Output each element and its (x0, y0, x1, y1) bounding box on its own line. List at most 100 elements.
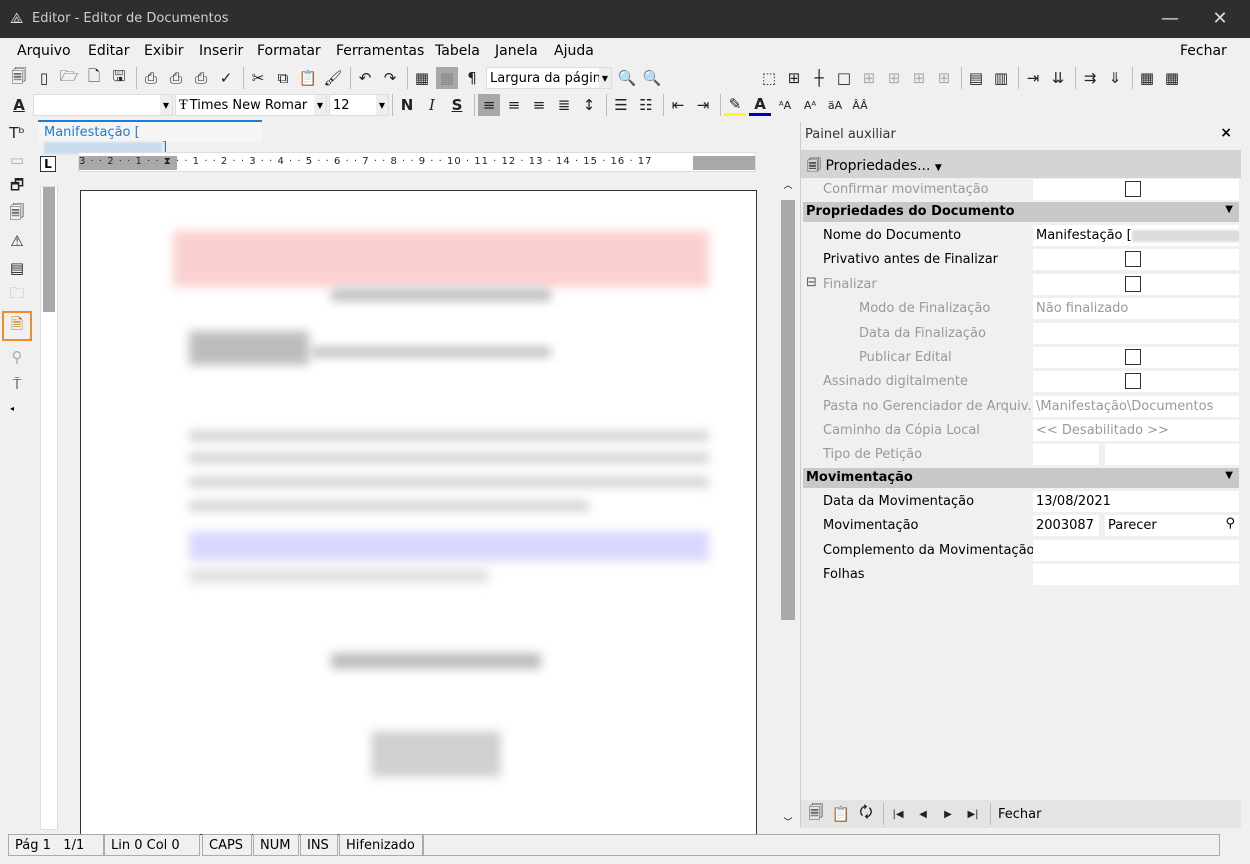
special-chars-icon[interactable]: ÂÂ (849, 94, 871, 116)
highlight-icon[interactable]: ✎ (724, 94, 746, 116)
menu-tabela[interactable]: Tabela (435, 43, 480, 59)
table-autoformat-icon[interactable]: ▦ (1161, 67, 1183, 89)
save-icon[interactable]: 🖫 (108, 67, 130, 89)
document-page[interactable] (80, 190, 757, 835)
section-propriedades-documento[interactable]: Propriedades do Documento ▼ (803, 202, 1239, 222)
print-setup-icon[interactable]: ⎙ (165, 67, 187, 89)
copy-props-icon[interactable]: 🗐 (805, 803, 827, 825)
style-icon[interactable]: A (8, 94, 30, 116)
scrollbar-thumb[interactable] (781, 200, 795, 620)
data-movimentacao-field[interactable]: 13/08/2021 (1033, 491, 1239, 512)
align-center-icon[interactable]: ≡ (503, 94, 525, 116)
publicar-edital-checkbox[interactable] (1125, 349, 1141, 365)
movimentacao-name-field[interactable]: Parecer ⚲ (1105, 515, 1239, 536)
menu-fechar[interactable]: Fechar (1180, 43, 1227, 59)
confirmar-checkbox[interactable] (1125, 181, 1141, 197)
menu-inserir[interactable]: Inserir (199, 43, 243, 59)
collapse-icon[interactable]: ▼ (1225, 204, 1233, 215)
paste-props-icon[interactable]: 📋 (830, 803, 852, 825)
attachments-icon[interactable]: 🗐 (6, 203, 28, 225)
menu-formatar[interactable]: Formatar (257, 43, 321, 59)
privativo-checkbox[interactable] (1125, 251, 1141, 267)
merge-cols-icon[interactable]: ▥ (990, 67, 1012, 89)
border-left-icon[interactable]: ⊞ (858, 67, 880, 89)
finalizar-checkbox[interactable] (1125, 276, 1141, 292)
border-outside-icon[interactable]: □ (833, 67, 855, 89)
open-recent-icon[interactable]: 🗋 (83, 67, 105, 89)
warning-icon[interactable]: ⚠ (6, 230, 28, 252)
menu-janela[interactable]: Janela (495, 43, 538, 59)
menu-ajuda[interactable]: Ajuda (554, 43, 594, 59)
border-all-icon[interactable]: ⊞ (783, 67, 805, 89)
first-icon[interactable]: |◀ (887, 803, 909, 825)
font-color-icon[interactable]: A (749, 94, 771, 116)
border-none-icon[interactable]: ⬚ (758, 67, 780, 89)
shrink-font-icon[interactable]: Aᴬ (799, 94, 821, 116)
format-painter-icon[interactable]: 🖌 (322, 67, 344, 89)
delete-column-icon[interactable]: ⇉ (1079, 67, 1101, 89)
properties-document-icon[interactable]: 🗎 (2, 311, 32, 341)
refresh-props-icon[interactable]: 🗘 (855, 803, 877, 825)
documents-icon[interactable]: 🗗 (6, 176, 28, 198)
last-icon[interactable]: ▶| (962, 803, 984, 825)
increase-indent-icon[interactable]: ⇥ (692, 94, 714, 116)
prev-icon[interactable]: ◀ (912, 803, 934, 825)
spellcheck-icon[interactable]: ✓ (215, 67, 237, 89)
next-icon[interactable]: ▶ (937, 803, 959, 825)
border-bottom-icon[interactable]: ⊞ (933, 67, 955, 89)
collapse-finalizar-icon[interactable]: ⊟ (806, 275, 817, 290)
style-select[interactable]: ▼ (33, 94, 173, 116)
table-grid-icon[interactable]: ▦ (436, 67, 458, 89)
format-brush-icon[interactable]: ⍑ (6, 373, 28, 395)
bold-button[interactable]: N (396, 94, 418, 116)
strikethrough-button[interactable]: S (446, 94, 468, 116)
menu-editar[interactable]: Editar (88, 43, 129, 59)
numbering-icon[interactable]: ☷ (635, 94, 657, 116)
tab-stop-selector[interactable]: L (40, 156, 56, 172)
cut-icon[interactable]: ✂ (247, 67, 269, 89)
print-preview-icon[interactable]: ⎙ (190, 67, 212, 89)
bullets-icon[interactable]: ☰ (610, 94, 632, 116)
search-icon[interactable]: ⚲ (1225, 516, 1235, 531)
paste-icon[interactable]: 📋 (297, 67, 319, 89)
grow-font-icon[interactable]: ᴬA (774, 94, 796, 116)
minimize-button[interactable]: — (1150, 6, 1190, 32)
align-left-icon[interactable]: ≡ (478, 94, 500, 116)
properties-dropdown-button[interactable]: 🗐 Propriedades... ▼ (801, 150, 1241, 178)
pilcrow-icon[interactable]: ¶ (461, 67, 483, 89)
font-select[interactable]: Ŧ Times New Romar ▼ (175, 94, 327, 116)
font-size-select[interactable]: 12 ▼ (329, 94, 389, 116)
horizontal-ruler[interactable]: 3 · · 2 · · 1 · · ⧗ · · 1 · · 2 · · 3 · … (78, 152, 756, 172)
section-movimentacao[interactable]: Movimentação ▼ (803, 468, 1239, 488)
undo-icon[interactable]: ↶ (354, 67, 376, 89)
print-icon[interactable]: ⎙ (140, 67, 162, 89)
complemento-field[interactable] (1033, 540, 1239, 561)
zoom-in-icon[interactable]: 🔍 (641, 67, 663, 89)
folhas-field[interactable] (1033, 564, 1239, 585)
text-tool-icon[interactable]: Tᵇ (6, 122, 28, 144)
zoom-out-icon[interactable]: 🔍 (616, 67, 638, 89)
list-icon[interactable]: ▤ (6, 257, 28, 279)
insert-row-icon[interactable]: ⇊ (1047, 67, 1069, 89)
border-top-icon[interactable]: ⊞ (908, 67, 930, 89)
justify-icon[interactable]: ≣ (553, 94, 575, 116)
more-arrow-icon[interactable]: ◂ (10, 404, 14, 413)
signature-icon[interactable]: ⚲ (6, 346, 28, 368)
decrease-indent-icon[interactable]: ⇤ (667, 94, 689, 116)
collapse-icon[interactable]: ▼ (1225, 470, 1233, 481)
table-properties-icon[interactable]: ▦ (1136, 67, 1158, 89)
new-from-template-icon[interactable]: 🗐 (8, 67, 30, 89)
menu-ferramentas[interactable]: Ferramentas (336, 43, 424, 59)
redo-icon[interactable]: ↷ (379, 67, 401, 89)
nome-documento-field[interactable]: Manifestação [ (1033, 225, 1239, 246)
folder-icon[interactable]: 🗀 (6, 284, 28, 306)
vertical-scrollbar[interactable]: ︿ ﹀ (778, 178, 798, 830)
line-spacing-icon[interactable]: ↕ (578, 94, 600, 116)
copy-icon[interactable]: ⧉ (272, 67, 294, 89)
border-inside-icon[interactable]: ┼ (808, 67, 830, 89)
table-icon[interactable]: ▦ (411, 67, 433, 89)
movimentacao-code-field[interactable]: 2003087 (1033, 515, 1099, 536)
assinado-checkbox[interactable] (1125, 373, 1141, 389)
border-right-icon[interactable]: ⊞ (883, 67, 905, 89)
insert-column-icon[interactable]: ⇥ (1022, 67, 1044, 89)
